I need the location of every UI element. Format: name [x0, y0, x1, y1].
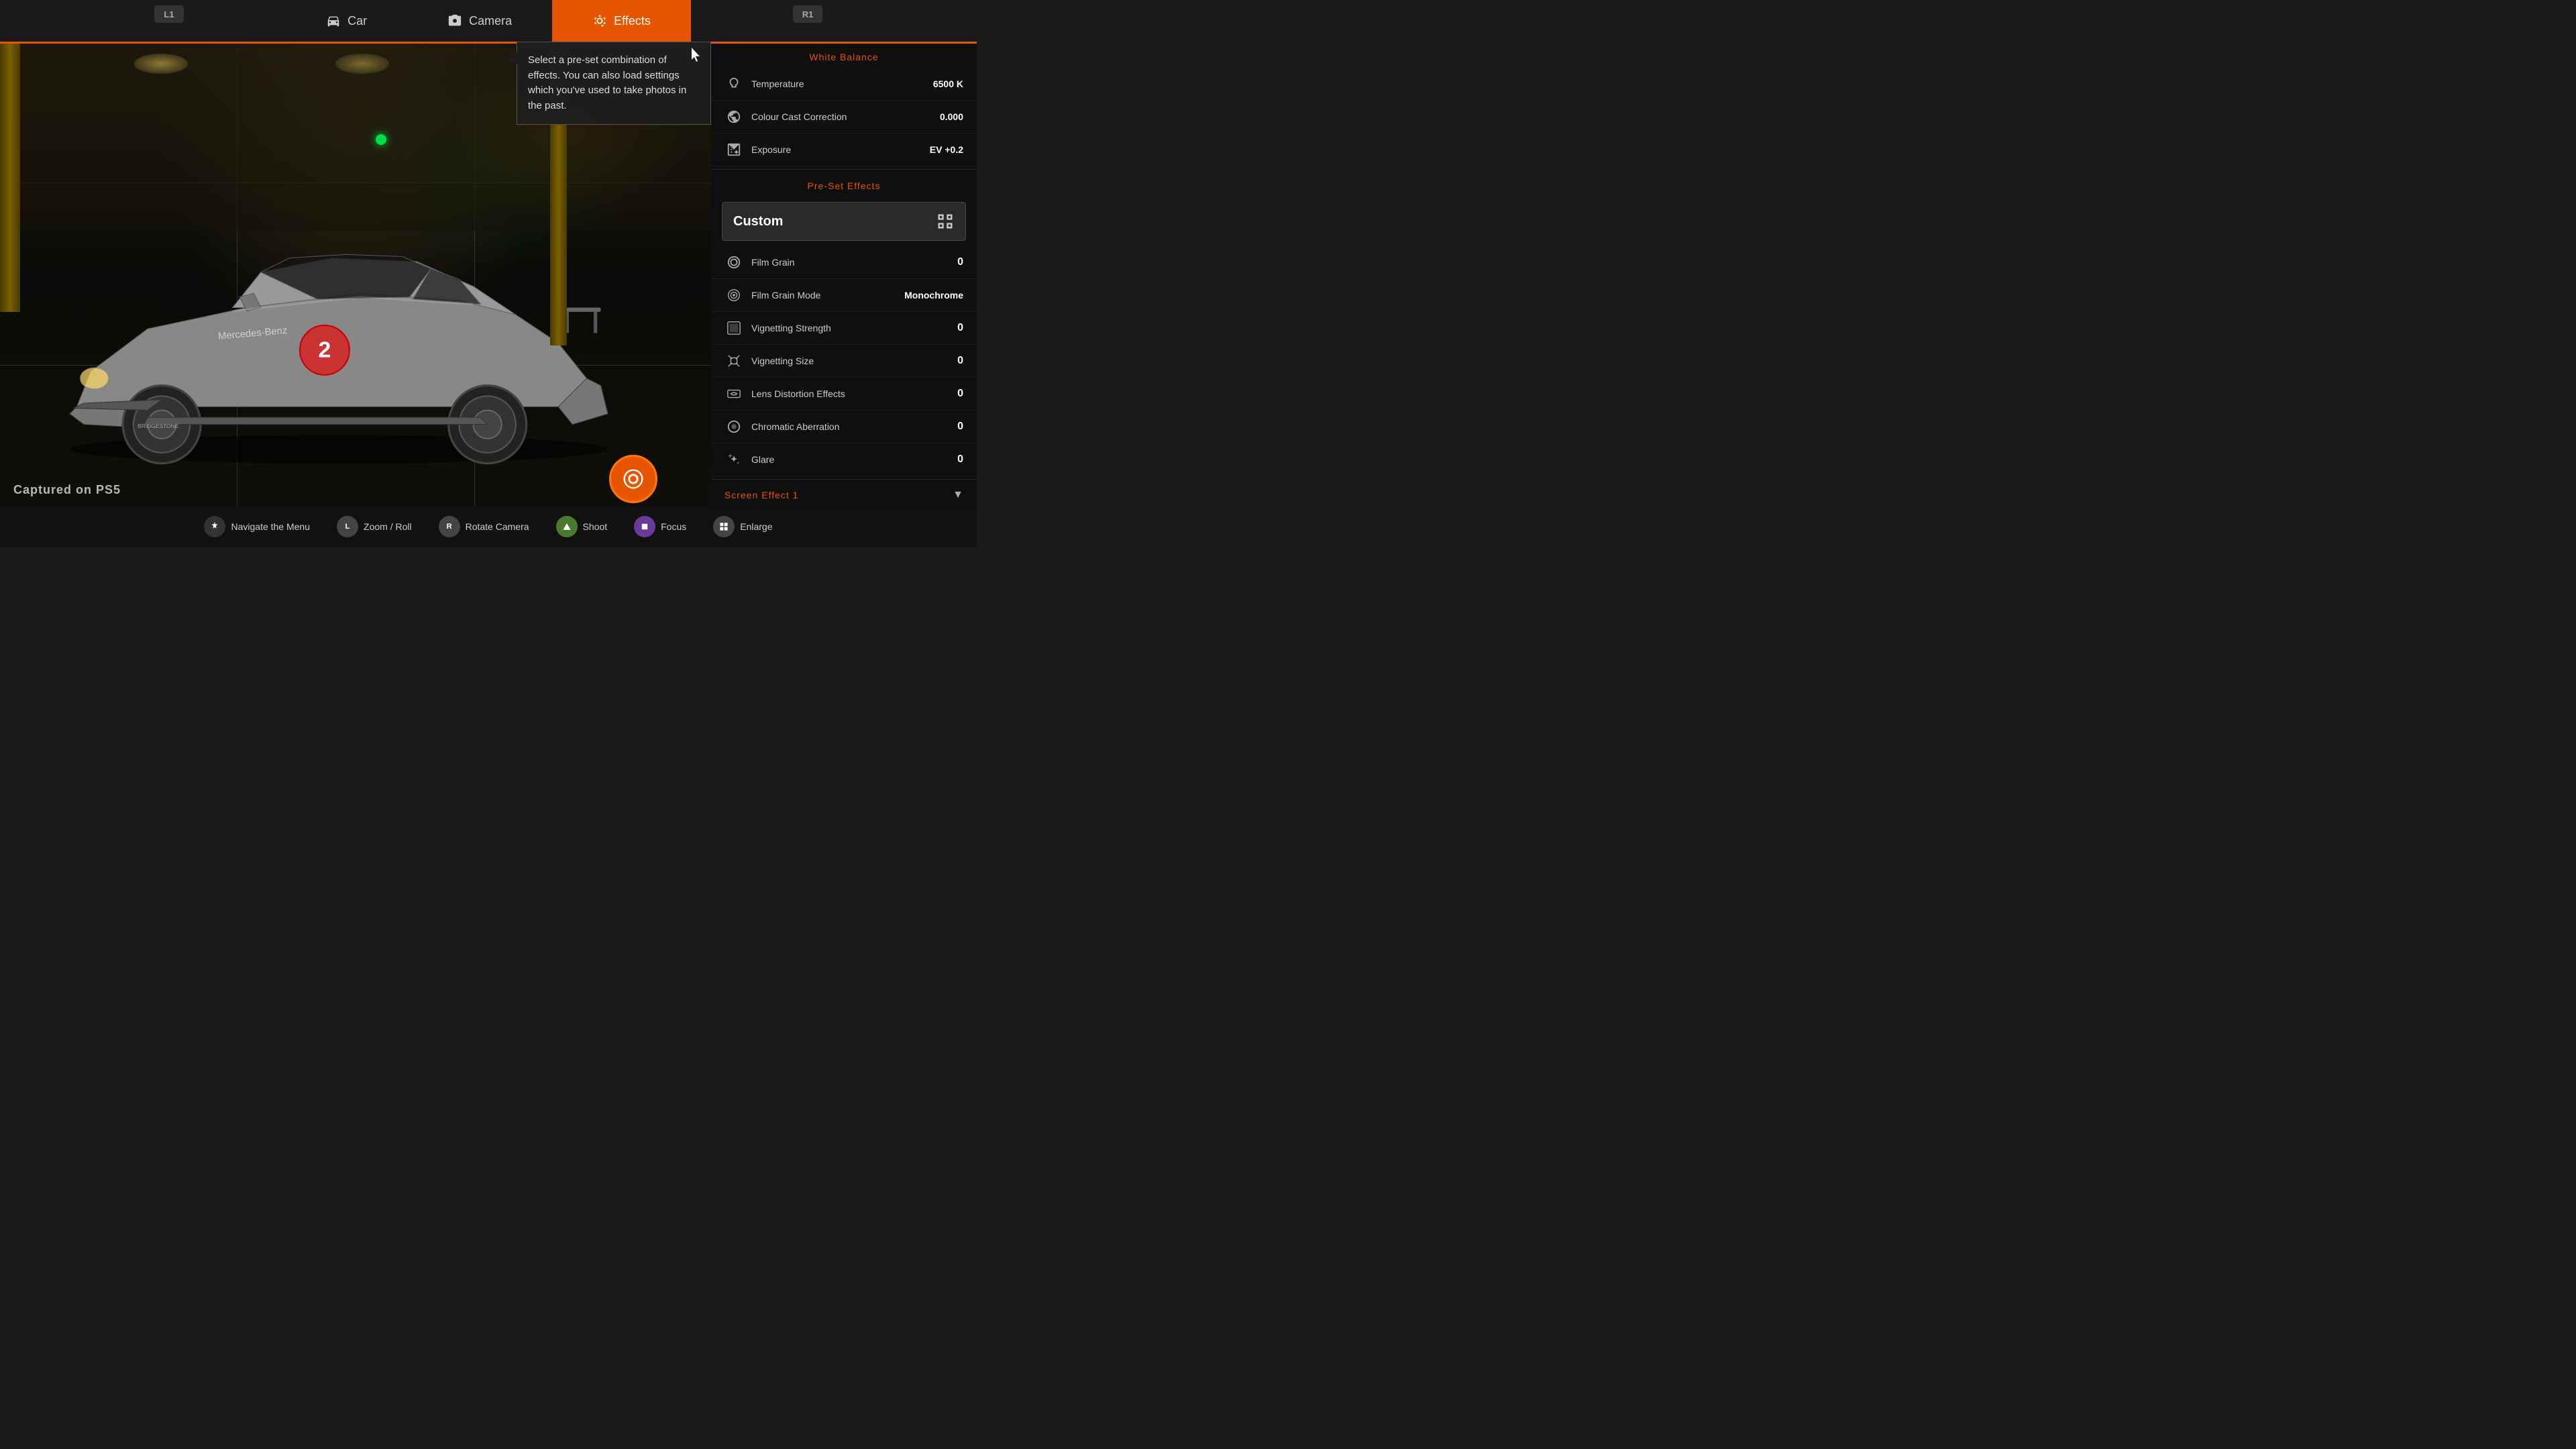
film-grain-row[interactable]: Film Grain 0: [711, 246, 977, 279]
vignetting-strength-icon: [724, 319, 743, 337]
screen-effect-title: Screen Effect 1: [724, 490, 953, 500]
lens-distortion-label: Lens Distortion Effects: [751, 388, 957, 399]
effects-icon: [592, 13, 607, 28]
navigate-control: Navigate the Menu: [204, 516, 310, 537]
cursor-arrow: [505, 52, 517, 65]
traffic-light: [376, 134, 386, 145]
tab-effects-label: Effects: [614, 14, 651, 28]
shoot-circle[interactable]: [609, 455, 657, 503]
vignetting-size-label: Vignetting Size: [751, 356, 957, 366]
vignetting-size-icon: [724, 352, 743, 370]
white-balance-header: White Balance: [711, 44, 977, 68]
chromatic-aberration-label: Chromatic Aberration: [751, 421, 957, 432]
focus-control: Focus: [634, 516, 686, 537]
square-icon: [634, 516, 655, 537]
glare-icon: [724, 450, 743, 469]
svg-text:BRIDGESTONE: BRIDGESTONE: [138, 423, 179, 429]
enlarge-label: Enlarge: [740, 521, 772, 532]
custom-preset-row[interactable]: Custom: [722, 202, 966, 241]
exposure-label: Exposure: [751, 144, 930, 155]
colour-cast-label: Colour Cast Correction: [751, 111, 940, 122]
triangle-icon: [556, 516, 578, 537]
tab-car[interactable]: Car: [286, 0, 407, 42]
grid-icon: [936, 212, 955, 231]
mouse-cursor-icon: [689, 48, 705, 64]
chevron-down-icon: ▼: [953, 489, 963, 501]
l1-button[interactable]: L1: [154, 5, 184, 23]
tab-camera-label: Camera: [469, 14, 512, 28]
vignetting-size-value: 0: [957, 355, 963, 367]
lens-distortion-row[interactable]: Lens Distortion Effects 0: [711, 378, 977, 411]
film-grain-mode-row[interactable]: Film Grain Mode Monochrome: [711, 279, 977, 312]
tab-effects[interactable]: Effects: [552, 0, 691, 42]
divider-1: [711, 169, 977, 170]
exposure-row[interactable]: Exposure EV +0.2: [711, 133, 977, 166]
rotate-icon: R: [439, 516, 460, 537]
rotate-label: Rotate Camera: [466, 521, 529, 532]
glare-row[interactable]: Glare 0: [711, 443, 977, 476]
grid-btn-icon: [713, 516, 735, 537]
shoot-control: Shoot: [556, 516, 608, 537]
temperature-icon: [724, 74, 743, 93]
colour-cast-icon: [724, 107, 743, 126]
watermark-text: Captured on PS5: [13, 483, 121, 496]
glare-value: 0: [957, 453, 963, 466]
topbar: L1 Car Camera Effects R1: [0, 0, 977, 42]
glare-label: Glare: [751, 454, 957, 465]
film-grain-icon: [724, 253, 743, 272]
navigate-label: Navigate the Menu: [231, 521, 310, 532]
tooltip-text: Select a pre-set combination of effects.…: [528, 54, 686, 111]
temperature-value: 6500 K: [933, 78, 963, 89]
film-grain-mode-icon: [724, 286, 743, 305]
film-grain-mode-value: Monochrome: [904, 290, 963, 301]
ceiling-light-1: [134, 54, 188, 74]
car-icon: [326, 13, 341, 28]
custom-preset-label: Custom: [733, 214, 936, 229]
colour-cast-row[interactable]: Colour Cast Correction 0.000: [711, 101, 977, 133]
pillar-left: [0, 44, 20, 312]
chromatic-aberration-row[interactable]: Chromatic Aberration 0: [711, 411, 977, 443]
colour-cast-value: 0.000: [940, 111, 963, 122]
temperature-label: Temperature: [751, 78, 933, 89]
film-grain-value: 0: [957, 256, 963, 268]
film-grain-label: Film Grain: [751, 257, 957, 268]
chromatic-aberration-value: 0: [957, 421, 963, 433]
temperature-row[interactable]: Temperature 6500 K: [711, 68, 977, 101]
film-grain-mode-label: Film Grain Mode: [751, 290, 904, 301]
vignetting-strength-label: Vignetting Strength: [751, 323, 957, 333]
tooltip-box: Select a pre-set combination of effects.…: [517, 42, 711, 125]
rotate-control: R Rotate Camera: [439, 516, 529, 537]
lens-distortion-value: 0: [957, 388, 963, 400]
l1-label: L1: [164, 9, 174, 19]
bottom-bar: Navigate the Menu L Zoom / Roll R Rotate…: [0, 506, 977, 547]
ps5-watermark: Captured on PS5: [13, 483, 121, 497]
orange-border: [0, 42, 977, 44]
shoot-control-label: Shoot: [583, 521, 608, 532]
vignetting-size-row[interactable]: Vignetting Size 0: [711, 345, 977, 378]
preset-effects-header: Pre-Set Effects: [711, 172, 977, 197]
camera-icon: [447, 13, 462, 28]
tab-camera[interactable]: Camera: [407, 0, 552, 42]
zoom-label: Zoom / Roll: [364, 521, 412, 532]
vignetting-strength-value: 0: [957, 322, 963, 334]
r1-button[interactable]: R1: [793, 5, 822, 23]
right-panel: White Balance Temperature 6500 K Colour …: [711, 44, 977, 547]
enlarge-control: Enlarge: [713, 516, 772, 537]
tab-car-label: Car: [347, 14, 367, 28]
lens-distortion-icon: [724, 384, 743, 403]
r1-label: R1: [802, 9, 814, 19]
shoot-icon: [621, 466, 646, 492]
ceiling-light-2: [335, 54, 389, 74]
navigate-icon: [204, 516, 225, 537]
focus-label: Focus: [661, 521, 686, 532]
zoom-control: L Zoom / Roll: [337, 516, 412, 537]
zoom-icon: L: [337, 516, 358, 537]
vignetting-strength-row[interactable]: Vignetting Strength 0: [711, 312, 977, 345]
exposure-value: EV +0.2: [930, 144, 963, 155]
exposure-icon: [724, 140, 743, 159]
chromatic-aberration-icon: [724, 417, 743, 436]
svg-text:2: 2: [318, 337, 331, 362]
screen-effect-header[interactable]: Screen Effect 1 ▼: [711, 482, 977, 508]
divider-2: [711, 479, 977, 480]
